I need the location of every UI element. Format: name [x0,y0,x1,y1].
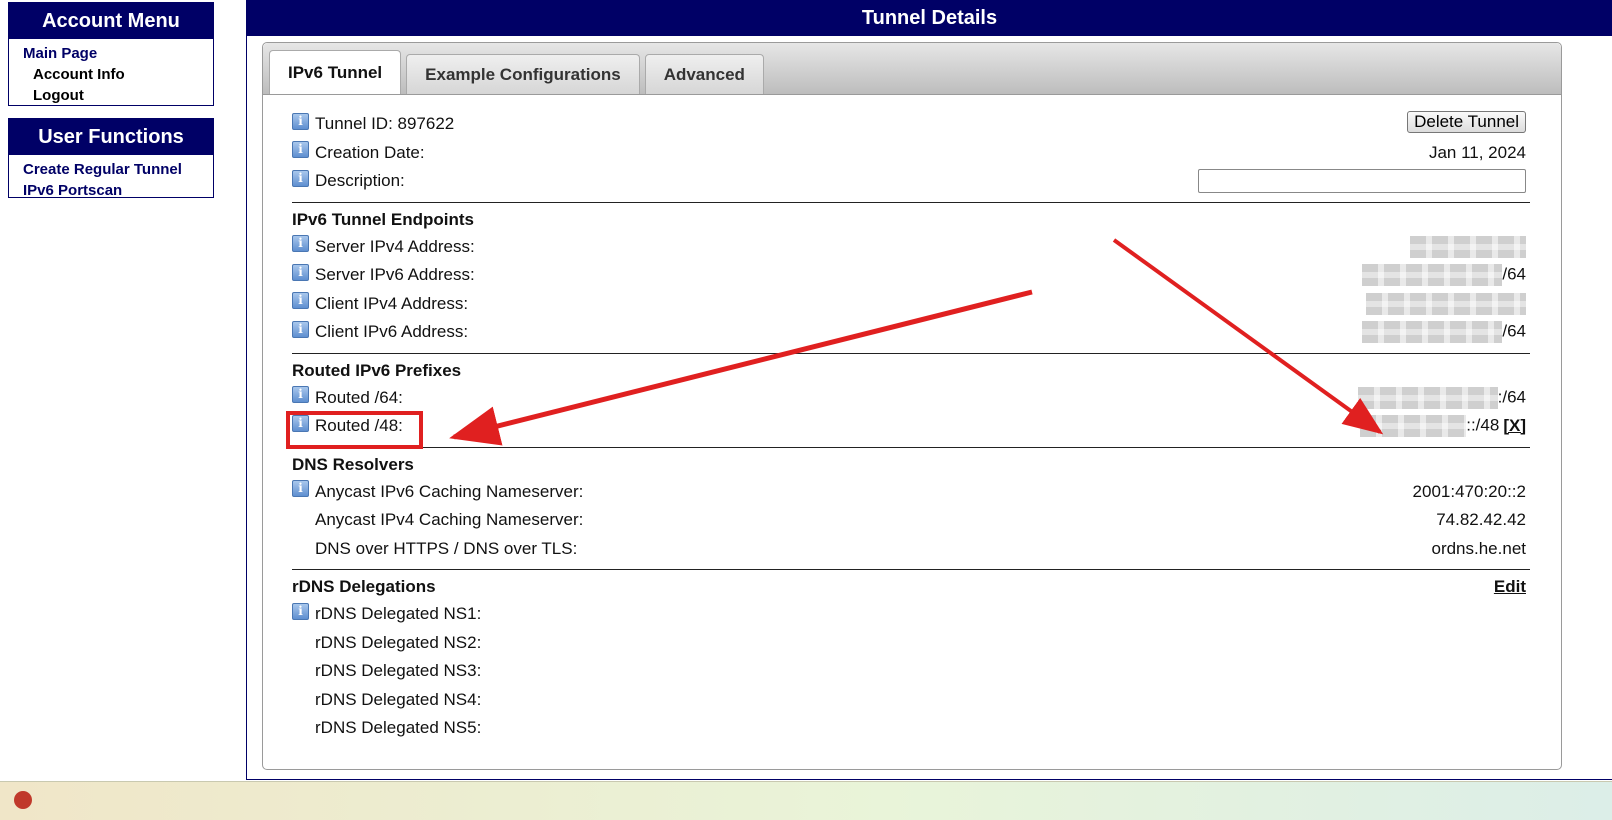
user-functions-title: User Functions [9,119,213,155]
info-icon[interactable]: i [292,169,309,187]
description-label: Description: [315,171,405,191]
rdns-ns2-label: rDNS Delegated NS2: [315,632,482,652]
anycast-v6-value: 2001:470:20::2 [1412,481,1526,501]
client-ipv4-row: i Client IPv4 Address: [292,290,1530,319]
tunnel-id-row: i Tunnel ID: 897622 Delete Tunnel [292,110,1530,139]
doh-label: DNS over HTTPS / DNS over TLS: [315,538,578,558]
description-input[interactable] [1198,169,1526,194]
remove-routed48-link[interactable]: [X] [1503,416,1526,435]
rdns-title-text: rDNS Delegations [292,577,436,596]
client-ipv4-value [1366,292,1526,315]
prefixes-title: Routed IPv6 Prefixes [292,360,462,380]
doh-value: ordns.he.net [1431,538,1526,558]
client-ipv6-row: i Client IPv6 Address: /64 [292,318,1530,347]
rdns-ns1-label: rDNS Delegated NS1: [315,604,482,624]
info-icon[interactable]: i [292,112,309,130]
tab-ipv6-tunnel[interactable]: IPv6 Tunnel [269,50,402,94]
server-ipv6-suffix: /64 [1502,264,1526,284]
rdns-ns2-row: rDNS Delegated NS2: [292,629,1530,658]
routed64-row: i Routed /64: :/64 [292,384,1530,413]
info-icon[interactable]: i [292,292,309,310]
client-ipv4-label: Client IPv4 Address: [315,293,469,313]
prefixes-section: Routed IPv6 Prefixes i Routed /64: :/64 … [292,352,1530,441]
anycast-v4-value: 74.82.42.42 [1436,510,1526,530]
redacted-block [1357,386,1498,409]
routed64-suffix: :/64 [1497,387,1526,407]
redacted-block [1360,415,1467,438]
anycast-v6-row: i Anycast IPv6 Caching Nameserver: 2001:… [292,478,1530,507]
endpoints-title: IPv6 Tunnel Endpoints [292,209,474,229]
tab-example-configurations[interactable]: Example Configurations [406,54,640,94]
rdns-title: rDNS Delegations Edit [292,574,1530,600]
bottom-taskbar [0,781,1612,820]
account-menu: Account Menu Main Page Account Info Logo… [8,2,214,106]
menu-logout[interactable]: Logout [23,85,213,106]
tab-content: i Tunnel ID: 897622 Delete Tunnel i Crea… [292,110,1530,743]
info-icon[interactable]: i [292,235,309,253]
rdns-ns4-row: rDNS Delegated NS4: [292,686,1530,715]
rdns-ns4-label: rDNS Delegated NS4: [315,689,482,709]
server-ipv6-value: /64 [1362,264,1526,287]
menu-main-page[interactable]: Main Page [23,43,213,64]
routed64-label: Routed /64: [315,387,403,407]
info-icon[interactable]: i [292,320,309,338]
info-icon[interactable]: i [292,141,309,159]
doh-row: DNS over HTTPS / DNS over TLS: ordns.he.… [292,535,1530,564]
server-ipv4-label: Server IPv4 Address: [315,236,475,256]
server-ipv4-value [1410,235,1526,258]
client-ipv6-label: Client IPv6 Address: [315,322,469,342]
server-ipv6-label: Server IPv6 Address: [315,265,475,285]
server-ipv4-row: i Server IPv4 Address: [292,233,1530,262]
notification-badge-icon [14,791,32,809]
tab-bar: IPv6 Tunnel Example Configurations Advan… [263,43,1561,95]
routed48-value: ::/48 [X] [1360,415,1526,438]
endpoints-section: IPv6 Tunnel Endpoints i Server IPv4 Addr… [292,201,1530,347]
rdns-section: rDNS Delegations Edit i rDNS Delegated N… [292,569,1530,743]
info-icon[interactable]: i [292,602,309,620]
anycast-v4-row: Anycast IPv4 Caching Nameserver: 74.82.4… [292,506,1530,535]
rdns-ns5-label: rDNS Delegated NS5: [315,718,482,738]
routed48-row: i Routed /48: ::/48 [X] [292,412,1530,441]
account-menu-title: Account Menu [9,3,213,39]
rdns-ns1-row: i rDNS Delegated NS1: [292,600,1530,629]
info-icon[interactable]: i [292,386,309,404]
user-functions-menu: User Functions Create Regular Tunnel IPv… [8,118,214,201]
creation-date-value: Jan 11, 2024 [1428,142,1526,162]
redacted-block [1410,235,1526,258]
client-ipv6-value: /64 [1362,321,1526,344]
info-icon[interactable]: i [292,414,309,432]
anycast-v4-label: Anycast IPv4 Caching Nameserver: [315,510,584,530]
creation-date-row: i Creation Date: Jan 11, 2024 [292,139,1530,168]
creation-date-label: Creation Date: [315,142,425,162]
rdns-ns5-row: rDNS Delegated NS5: [292,714,1530,743]
tab-advanced[interactable]: Advanced [644,54,764,94]
rdns-ns3-label: rDNS Delegated NS3: [315,661,482,681]
redacted-block [1362,321,1503,344]
redacted-block [1362,264,1503,287]
anycast-v6-label: Anycast IPv6 Caching Nameserver: [315,481,584,501]
client-ipv6-suffix: /64 [1502,321,1526,341]
delete-tunnel-button[interactable]: Delete Tunnel [1407,111,1526,133]
routed48-suffix: ::/48 [1466,415,1500,435]
redacted-block [1366,292,1526,315]
menu-ipv6-portscan[interactable]: IPv6 Portscan [23,180,213,201]
info-icon[interactable]: i [292,263,309,281]
description-row: i Description: [292,167,1530,196]
server-ipv6-row: i Server IPv6 Address: /64 [292,261,1530,290]
menu-account-info[interactable]: Account Info [23,64,213,85]
rdns-edit-link[interactable]: Edit [1494,574,1526,600]
menu-create-regular-tunnel[interactable]: Create Regular Tunnel [23,159,213,180]
page-title: Tunnel Details [247,0,1612,36]
dns-section: DNS Resolvers i Anycast IPv6 Caching Nam… [292,446,1530,564]
info-icon[interactable]: i [292,480,309,498]
dns-title: DNS Resolvers [292,454,414,474]
tunnel-id-label: Tunnel ID: 897622 [315,114,455,134]
rdns-ns3-row: rDNS Delegated NS3: [292,657,1530,686]
routed64-value: :/64 [1357,386,1526,409]
routed48-label: Routed /48: [315,416,403,436]
